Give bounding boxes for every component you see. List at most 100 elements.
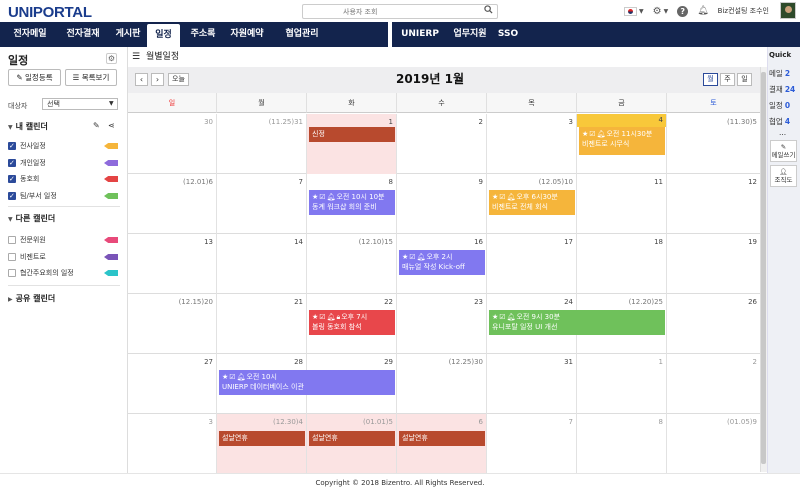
view-week-button[interactable]: 주 — [720, 73, 735, 86]
day-cell[interactable]: (11.30)5 — [667, 114, 760, 174]
nav-schedule[interactable]: 일정 — [147, 24, 180, 47]
color-tag[interactable] — [104, 270, 118, 276]
list-view-button[interactable]: ☰ 목록보기 — [65, 69, 117, 86]
nav-sso[interactable]: SSO — [494, 22, 522, 47]
day-cell[interactable]: 17 — [487, 234, 577, 294]
day-cell[interactable]: (11.25)31 — [217, 114, 307, 174]
next-month-button[interactable]: › — [151, 73, 164, 86]
calendar-personal[interactable]: 개인일정 — [8, 157, 120, 169]
nav-work-support[interactable]: 업무지원 — [447, 22, 493, 47]
nav-board[interactable]: 게시판 — [108, 22, 148, 47]
day-cell[interactable]: 26 — [667, 294, 760, 354]
day-cell[interactable]: 11 — [577, 174, 667, 234]
color-tag[interactable] — [104, 193, 118, 199]
day-cell[interactable]: 2 — [397, 114, 487, 174]
event-seollal-2[interactable]: 설날연휴 — [309, 431, 395, 446]
event-company-kickoff[interactable]: ★☑🔔︎오전 11시30분 비젠트로 시무식 — [579, 127, 665, 155]
color-tag[interactable] — [104, 143, 118, 149]
settings-icon[interactable]: ⚙ — [106, 53, 117, 64]
day-cell[interactable]: (01.05)9 — [667, 414, 760, 474]
event-seollal-1[interactable]: 설날연휴 — [219, 431, 305, 446]
compose-mail-button[interactable]: ✎ 메일쓰기 — [770, 140, 797, 162]
day-cell[interactable]: (12.25)30 — [397, 354, 487, 414]
checkbox[interactable] — [8, 190, 16, 202]
scrollbar-thumb[interactable] — [761, 72, 766, 464]
day-cell[interactable]: 18 — [577, 234, 667, 294]
nav-unierp[interactable]: UNIERP — [397, 22, 443, 47]
day-cell[interactable]: (12.15)20 — [128, 294, 217, 354]
day-cell[interactable]: 27 — [128, 354, 217, 414]
event-bowling-club[interactable]: ★☑🔔︎🔒︎오후 7시 볼링 동호회 참석 — [309, 310, 395, 335]
bell-icon[interactable]: 🔔︎ — [697, 6, 708, 16]
event-manual-kickoff[interactable]: ★☑🔔︎오후 2시 매뉴얼 작성 Kick-off — [399, 250, 485, 275]
day-cell[interactable]: 1 — [577, 354, 667, 414]
edit-icon[interactable]: ✎ — [93, 121, 100, 130]
my-calendar-header[interactable]: ▼ 내 캘린더 — [8, 121, 48, 132]
nav-resource[interactable]: 자원예약 — [224, 22, 270, 47]
day-cell[interactable]: 13 — [128, 234, 217, 294]
event-new-year[interactable]: 신정 — [309, 127, 395, 142]
quick-approval[interactable]: 결재 24 — [769, 84, 795, 95]
color-tag[interactable] — [104, 254, 118, 260]
day-cell[interactable]: 23 — [397, 294, 487, 354]
day-cell[interactable]: 8 — [577, 414, 667, 474]
target-select[interactable]: 선택 — [42, 98, 118, 110]
calendar-meetings[interactable]: 협간주요회의 일정 — [8, 267, 120, 279]
event-ui-improvement[interactable]: ★☑🔔︎오전 9시 30분 유니포탈 일정 UI 개선 — [489, 310, 665, 335]
app-logo[interactable]: UNIPORTAL — [8, 4, 92, 21]
share-icon[interactable]: ⋖ — [108, 121, 115, 130]
org-chart-button[interactable]: 👤︎ 조직도 — [770, 165, 797, 187]
register-schedule-button[interactable]: ✎ 일정등록 — [8, 69, 61, 86]
nav-addressbook[interactable]: 주소록 — [183, 22, 223, 47]
nav-mail[interactable]: 전자메일 — [6, 22, 54, 47]
calendar-bizentro[interactable]: 비젠트로 — [8, 251, 120, 263]
quick-mail[interactable]: 메일 2 — [769, 68, 790, 79]
event-workshop-prep[interactable]: ★☑🔔︎오전 10시 10분 동계 워크샵 회의 준비 — [309, 190, 395, 215]
day-cell[interactable]: 3 — [487, 114, 577, 174]
user-search-input[interactable] — [302, 4, 498, 19]
search-icon[interactable] — [484, 5, 493, 14]
checkbox[interactable] — [8, 269, 16, 277]
color-tag[interactable] — [104, 160, 118, 166]
day-cell[interactable]: (12.10)15 — [307, 234, 397, 294]
quick-collab[interactable]: 협업 4 — [769, 116, 790, 127]
nav-collab[interactable]: 협업관리 — [276, 22, 328, 47]
user-name[interactable]: Biz컨설팅 조수인 — [718, 6, 769, 16]
day-cell[interactable]: 14 — [217, 234, 307, 294]
chevron-down-icon[interactable]: ▼ — [664, 8, 669, 15]
menu-icon[interactable]: ☰ — [132, 48, 141, 66]
event-company-dinner[interactable]: ★☑🔔︎오후 6시30분 비젠트로 전체 회식 — [489, 190, 575, 215]
day-cell[interactable]: 12 — [667, 174, 760, 234]
day-cell[interactable]: (12.01)6 — [128, 174, 217, 234]
avatar[interactable] — [780, 2, 796, 19]
help-icon[interactable]: ? — [677, 5, 689, 17]
event-seollal-3[interactable]: 설날연휴 — [399, 431, 485, 446]
day-cell[interactable]: 31 — [487, 354, 577, 414]
calendar-club[interactable]: 동호회 — [8, 173, 120, 185]
day-cell[interactable]: 19 — [667, 234, 760, 294]
day-cell[interactable]: 7 — [487, 414, 577, 474]
checkbox[interactable] — [8, 173, 16, 185]
korean-flag-icon[interactable] — [624, 6, 637, 16]
checkbox[interactable] — [8, 253, 16, 261]
quick-more[interactable]: ... — [779, 128, 786, 137]
day-cell[interactable]: 21 — [217, 294, 307, 354]
calendar-company[interactable]: 전사일정 — [8, 140, 120, 152]
checkbox[interactable] — [8, 157, 16, 169]
other-calendar-header[interactable]: ▼ 다른 캘린더 — [8, 213, 55, 224]
calendar-team[interactable]: 팀/부서 일정 — [8, 190, 120, 202]
nav-approval[interactable]: 전자결재 — [58, 22, 108, 47]
color-tag[interactable] — [104, 237, 118, 243]
checkbox[interactable] — [8, 140, 16, 152]
chevron-down-icon[interactable]: ▼ — [639, 8, 644, 15]
view-day-button[interactable]: 일 — [737, 73, 752, 86]
event-db-migration[interactable]: ★☑🔔︎오전 10시 UNIERP 데이터베이스 이관 — [219, 370, 395, 395]
checkbox[interactable] — [8, 236, 16, 244]
day-cell[interactable]: 7 — [217, 174, 307, 234]
view-month-button[interactable]: 월 — [703, 73, 718, 86]
prev-month-button[interactable]: ‹ — [135, 73, 148, 86]
color-tag[interactable] — [104, 176, 118, 182]
gear-icon[interactable]: ⚙ — [653, 6, 662, 17]
quick-schedule[interactable]: 일정 0 — [769, 100, 790, 111]
today-button[interactable]: 오늘 — [168, 73, 189, 86]
